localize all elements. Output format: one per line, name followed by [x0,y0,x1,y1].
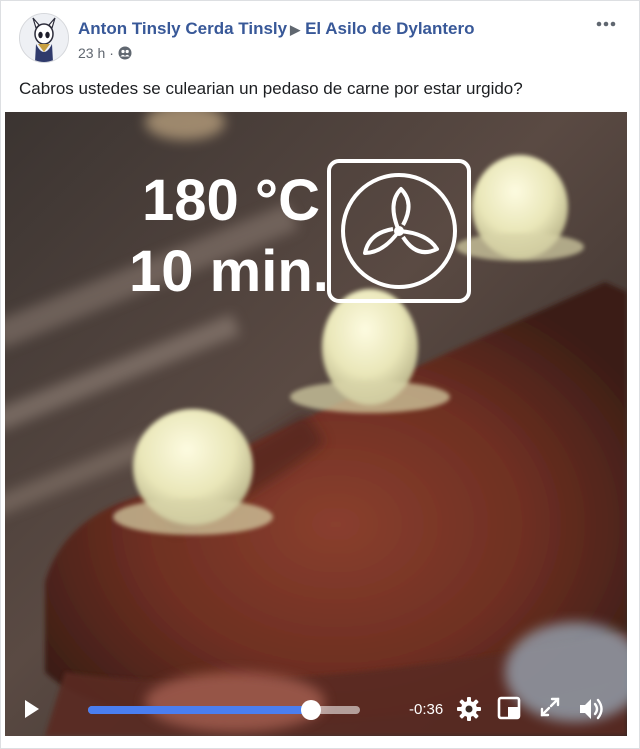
video-controls: -0:36 [5,684,627,736]
shared-to-arrow-icon: ▶ [290,22,301,37]
gear-icon[interactable] [456,696,482,727]
time-remaining: -0:36 [409,701,444,718]
fullscreen-icon[interactable] [539,696,561,723]
convection-fan-icon [327,159,471,303]
video-player[interactable]: 180 °C 10 min. -0:36 [5,112,627,736]
volume-icon[interactable] [578,696,604,727]
progress-fill [88,706,312,714]
avatar[interactable] [19,13,69,63]
overlay-temperature: 180 °C [142,168,320,233]
post-header: Anton Tinsly Cerda Tinsly ▶ El Asilo de Dy… [19,13,629,65]
feed-post: Anton Tinsly Cerda Tinsly ▶ El Asilo de Dy… [0,0,640,749]
post-text: Cabros ustedes se culearian un pedaso de… [19,79,523,98]
picture-in-picture-icon[interactable] [497,696,521,725]
post-title: Anton Tinsly Cerda Tinsly ▶ El Asilo de Dy… [78,19,475,39]
scrubber-handle[interactable] [301,700,322,720]
progress-bar[interactable] [88,700,360,720]
group-audience-icon[interactable] [118,46,132,63]
more-options-icon[interactable] [595,17,617,31]
timestamp-link[interactable]: 23 h [78,45,105,61]
play-icon[interactable] [23,698,41,725]
meta-separator: · [109,45,114,61]
overlay-duration: 10 min. [129,239,329,304]
author-link[interactable]: Anton Tinsly Cerda Tinsly [78,19,287,38]
post-meta: 23 h · [78,45,132,63]
avatar-image [20,14,68,62]
group-link[interactable]: El Asilo de Dylantero [305,19,474,38]
